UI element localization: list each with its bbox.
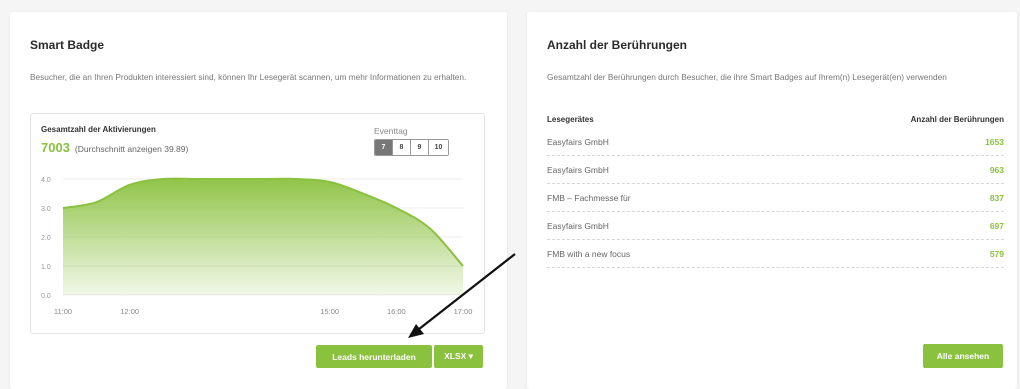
- reader-name: FMB with a new focus: [547, 248, 631, 259]
- y-tick-label: 4.0: [41, 177, 51, 184]
- smart-badge-title: Smart Badge: [30, 38, 105, 52]
- y-tick-label: 1.0: [41, 264, 51, 271]
- touch-count: 963: [989, 164, 1004, 175]
- reader-column-header: Lesegerätes: [547, 115, 594, 124]
- x-tick-label: 17:00: [454, 307, 473, 316]
- reader-name: FMB – Fachmesse für: [547, 192, 631, 203]
- touches-title: Anzahl der Berührungen: [547, 38, 688, 52]
- download-leads-button[interactable]: Leads herunterladen: [316, 345, 432, 368]
- table-row: FMB with a new focus 579: [547, 240, 1004, 268]
- y-tick-label: 0.0: [41, 293, 51, 300]
- touch-count: 579: [989, 248, 1004, 259]
- touches-table: Easyfairs GmbH 1653 Easyfairs GmbH 963 F…: [547, 128, 1004, 268]
- reader-name: Easyfairs GmbH: [547, 136, 609, 147]
- table-row: Easyfairs GmbH 697: [547, 212, 1004, 240]
- view-all-button[interactable]: Alle ansehen: [923, 344, 1003, 368]
- reader-name: Easyfairs GmbH: [547, 164, 609, 175]
- touch-count: 1653: [985, 136, 1004, 147]
- table-row: FMB – Fachmesse für 837: [547, 184, 1004, 212]
- reader-name: Easyfairs GmbH: [547, 220, 609, 231]
- x-tick-label: 16:00: [387, 307, 406, 316]
- x-tick-label: 11:00: [54, 307, 72, 316]
- format-dropdown-button[interactable]: XLSX ▾: [434, 345, 483, 368]
- y-tick-label: 3.0: [41, 206, 51, 213]
- table-row: Easyfairs GmbH 1653: [547, 128, 1004, 156]
- table-row: Easyfairs GmbH 963: [547, 156, 1004, 184]
- touches-description: Gesamtzahl der Berührungen durch Besuche…: [547, 72, 947, 82]
- touch-count: 697: [989, 220, 1004, 231]
- smart-badge-description: Besucher, die an Ihren Produkten interes…: [30, 72, 467, 82]
- touches-table-header: Lesegerätes Anzahl der Berührungen: [547, 115, 1004, 124]
- touch-count: 837: [989, 192, 1004, 203]
- x-tick-label: 12:00: [120, 307, 139, 316]
- touches-card: Anzahl der Berührungen Gesamtzahl der Be…: [527, 12, 1017, 389]
- count-column-header: Anzahl der Berührungen: [910, 115, 1004, 124]
- x-tick-label: 15:00: [320, 307, 339, 316]
- activations-area-chart: 0.0 1.0 2.0 3.0 4.0 11:00 12:00 15:00 16:00 17:00: [41, 177, 473, 316]
- smart-badge-card: Smart Badge Besucher, die an Ihren Produ…: [10, 12, 507, 389]
- y-tick-label: 2.0: [41, 235, 51, 242]
- area-fill: [63, 178, 463, 295]
- activations-panel: Gesamtzahl der Aktivierungen 7003 (Durch…: [30, 113, 485, 334]
